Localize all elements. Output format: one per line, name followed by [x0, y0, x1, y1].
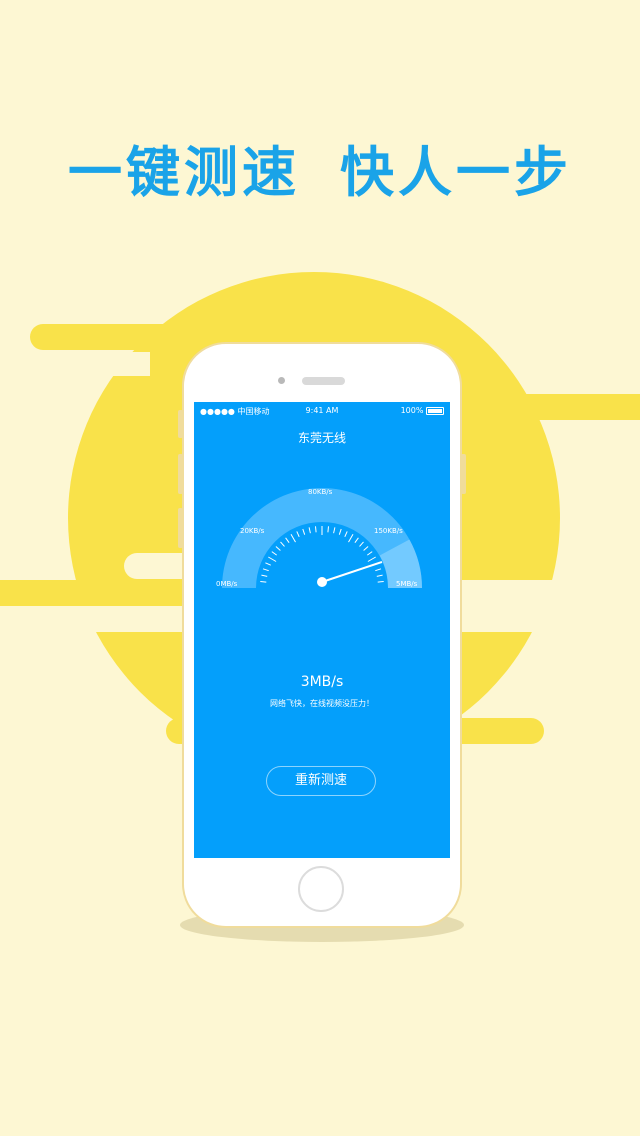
home-button[interactable] [298, 866, 344, 912]
gauge-tick [280, 541, 285, 547]
gauge-tick [348, 534, 354, 543]
gauge-tick [377, 581, 384, 583]
gauge-tick [327, 526, 329, 533]
gauge-tick [290, 534, 296, 543]
gauge-tick [367, 556, 376, 562]
gauge-tick [268, 556, 277, 562]
gauge-tick [338, 528, 342, 535]
gauge-tick [359, 541, 364, 547]
speaker-grill [302, 377, 345, 385]
gauge-tick [302, 528, 306, 535]
stripe-right [440, 394, 640, 420]
battery-status: 100% [401, 406, 444, 415]
camera-icon [278, 377, 285, 384]
sun-cut-top [0, 352, 150, 376]
gauge-tick [285, 537, 290, 543]
network-name: 东莞无线 [297, 431, 346, 445]
speed-value: 3MB/s [300, 674, 344, 690]
gauge-needle [321, 561, 383, 583]
speed-message: 网络飞快，在线视频没压力！ [270, 699, 374, 708]
gauge-label-150kb: 150KB/s [374, 527, 403, 535]
gauge-tick [265, 562, 272, 566]
gauge-tick [260, 581, 267, 583]
gauge-tick [271, 551, 277, 556]
gauge-tick [262, 568, 269, 572]
gauge-label-5mb: 5MB/s [396, 580, 418, 588]
retest-button[interactable]: 重新测速 [266, 766, 376, 796]
headline: 一键测速 快人一步 [0, 128, 640, 207]
gauge-tick [354, 537, 359, 543]
gauge-tick [375, 568, 382, 572]
gauge-tick [376, 574, 383, 577]
gauge-tick [261, 574, 268, 577]
gauge-tick [308, 527, 311, 534]
gauge-tick [333, 527, 336, 534]
gauge-needle-hub [317, 577, 327, 587]
speed-gauge: 0MB/s 20KB/s 80KB/s 150KB/s 5MB/s [216, 488, 422, 588]
gauge-label-0: 0MB/s [216, 580, 238, 588]
gauge-tick [367, 551, 373, 556]
status-bar: ●●●●● 中国移动 9:41 AM 100% [194, 402, 450, 420]
headline-part1: 一键测速 [68, 141, 300, 204]
gauge-tick [363, 546, 369, 551]
gauge-tick [344, 531, 348, 538]
battery-icon [426, 406, 444, 415]
gauge-label-80kb: 80KB/s [308, 488, 333, 496]
gauge-tick [275, 546, 281, 551]
gauge-label-20kb: 20KB/s [240, 527, 265, 535]
headline-part2: 快人一步 [340, 141, 572, 204]
gauge-tick [315, 526, 317, 533]
phone-screen: ●●●●● 中国移动 9:41 AM 100% 东莞无线 0MB/s 20KB/… [194, 402, 450, 858]
battery-percent: 100% [400, 406, 424, 415]
stripe-top-left [30, 324, 200, 350]
gauge-tick [296, 531, 300, 538]
